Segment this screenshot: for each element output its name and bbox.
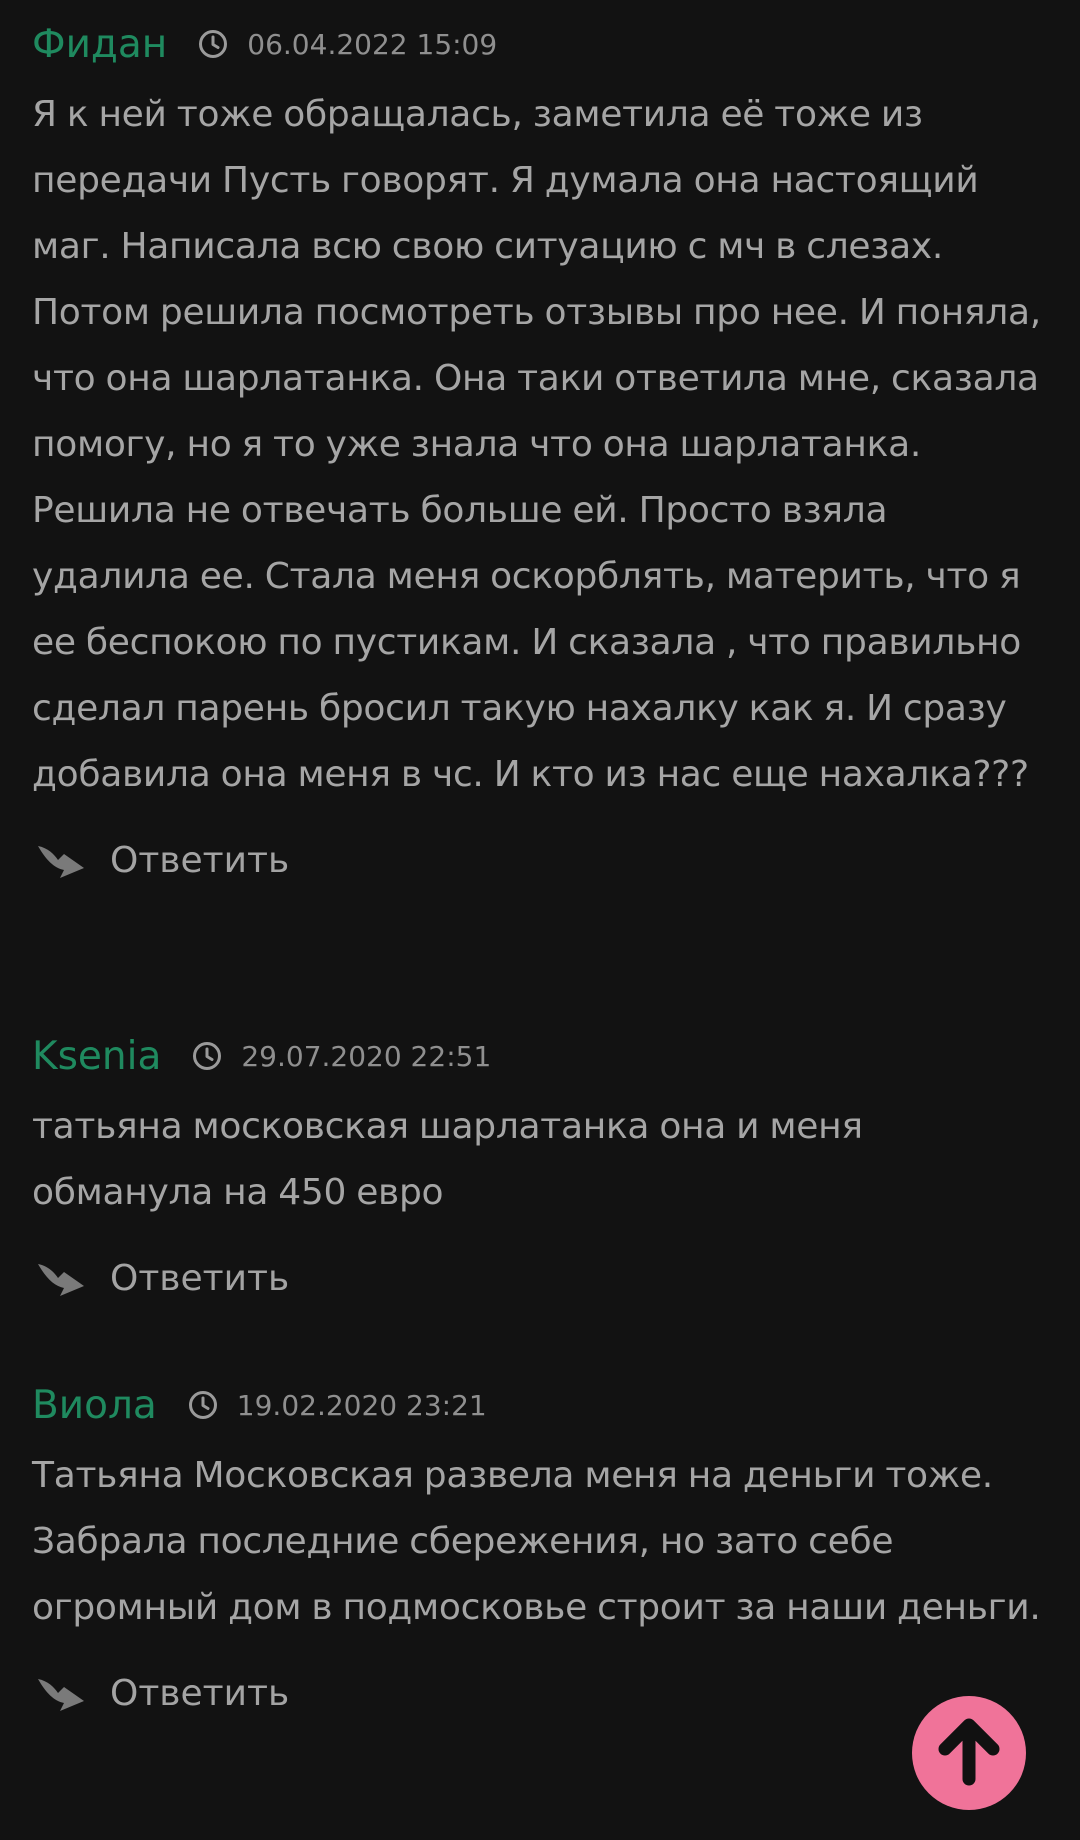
reply-arrow-icon	[34, 1671, 88, 1715]
clock-icon	[191, 1040, 223, 1072]
scroll-to-top-button[interactable]	[912, 1696, 1026, 1810]
comment-author[interactable]: Ksenia	[32, 1034, 161, 1079]
comment-date: 19.02.2020 23:21	[236, 1388, 487, 1422]
comment-text: Татьяна Московская развела меня на деньг…	[32, 1455, 1041, 1628]
reply-label: Ответить	[110, 1257, 290, 1299]
comment-date: 06.04.2022 15:09	[247, 27, 498, 61]
arrow-up-icon	[929, 1711, 1009, 1795]
reply-button[interactable]: Ответить	[32, 830, 1048, 890]
clock-icon	[187, 1389, 219, 1421]
clock-icon	[197, 28, 229, 60]
comment-author[interactable]: Фидан	[32, 22, 167, 67]
comment-author[interactable]: Виола	[32, 1383, 157, 1428]
comment-text: Я к ней тоже обращалась, заметила её тож…	[32, 94, 1041, 795]
reply-label: Ответить	[110, 1672, 290, 1714]
comment-text: татьяна московская шарлатанка она и меня…	[32, 1106, 863, 1213]
comment: Ksenia 29.07.2020 22:51 татьяна московск…	[32, 1026, 1048, 1308]
comment-meta: Фидан 06.04.2022 15:09	[32, 14, 1048, 74]
reply-label: Ответить	[110, 839, 290, 881]
reply-arrow-icon	[34, 1256, 88, 1300]
reply-arrow-icon	[34, 838, 88, 882]
comment: Виола 19.02.2020 23:21 Татьяна Московска…	[32, 1375, 1048, 1723]
comment-meta: Ksenia 29.07.2020 22:51	[32, 1026, 1048, 1086]
reply-button[interactable]: Ответить	[32, 1663, 1048, 1723]
comment-date: 29.07.2020 22:51	[241, 1039, 492, 1073]
comment: Фидан 06.04.2022 15:09 Я к ней тоже обра…	[32, 14, 1048, 890]
comment-meta: Виола 19.02.2020 23:21	[32, 1375, 1048, 1435]
reply-button[interactable]: Ответить	[32, 1248, 1048, 1308]
